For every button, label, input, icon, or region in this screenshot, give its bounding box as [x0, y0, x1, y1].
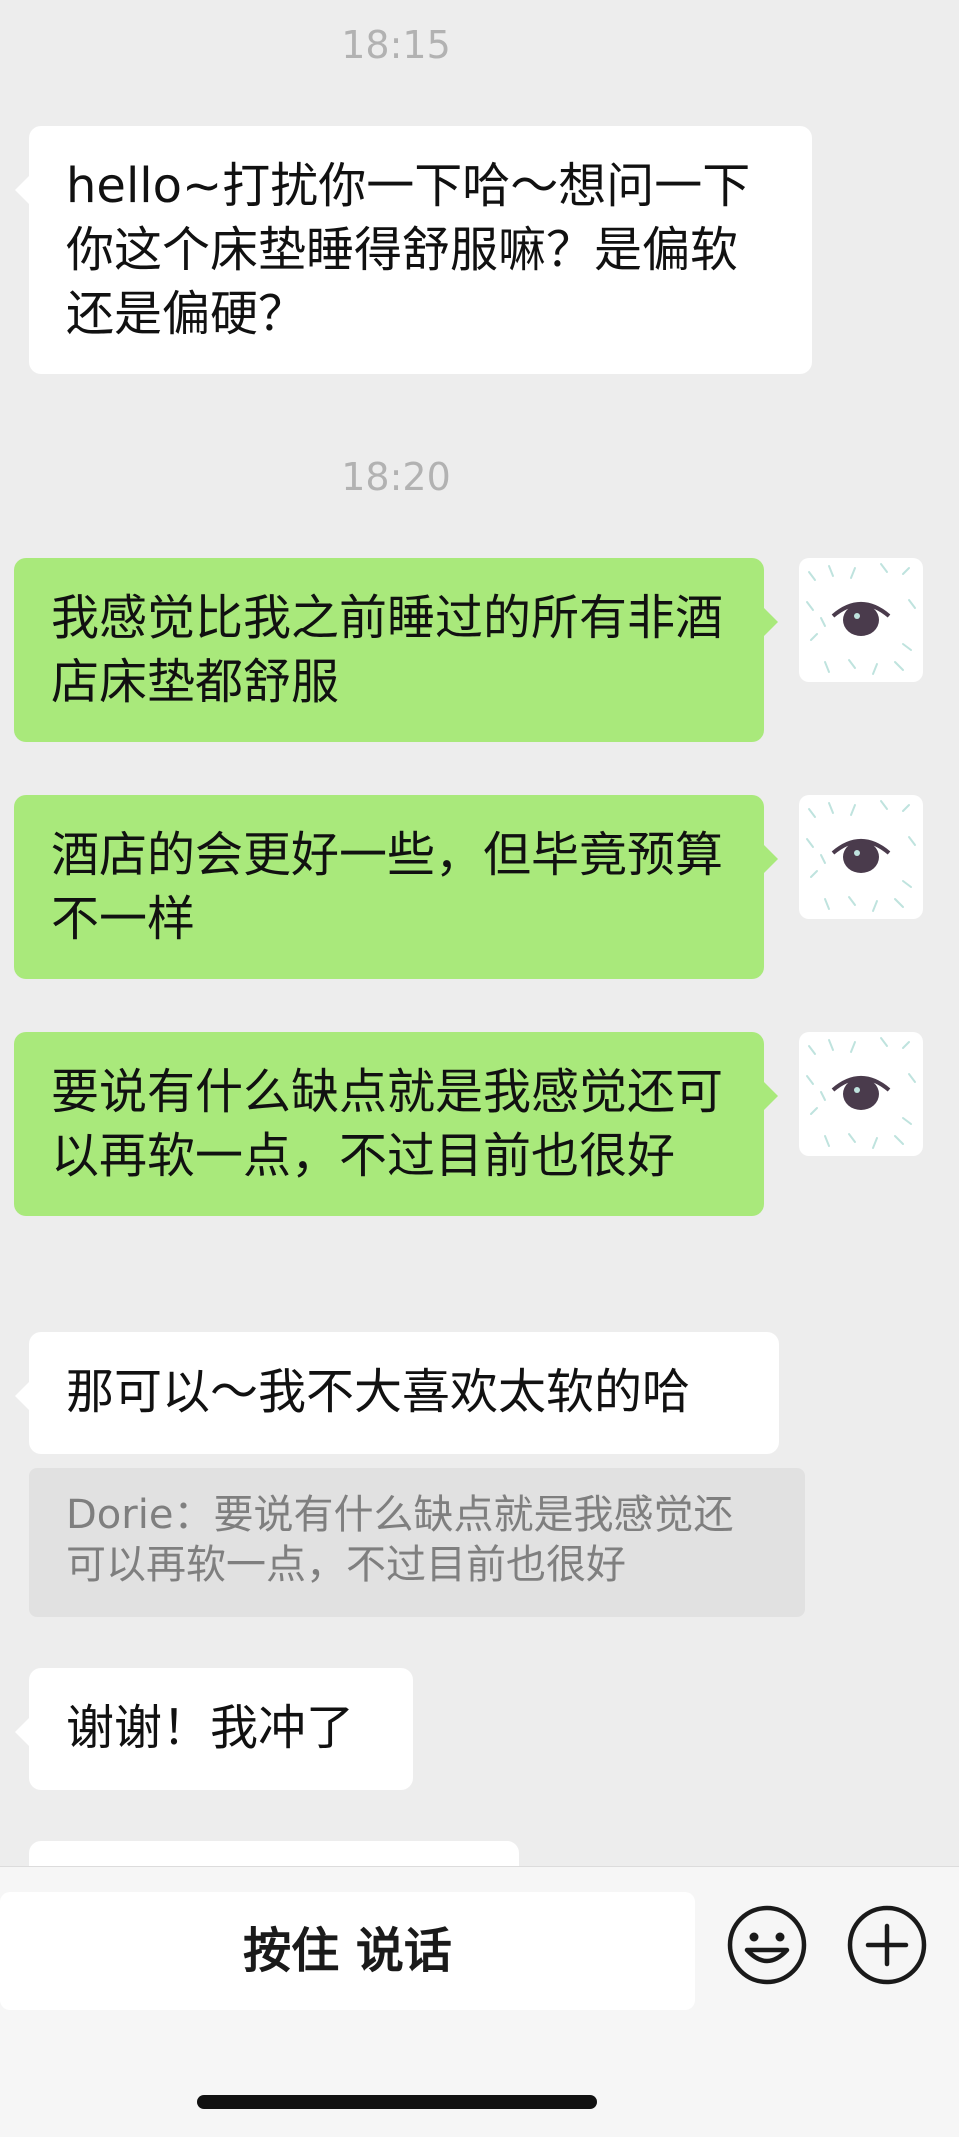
avatar-eye-icon	[806, 800, 916, 912]
received-message[interactable]: hello~打扰你一下哈～想问一下你这个床垫睡得舒服嘛？是偏软还是偏硬？	[15, 126, 812, 374]
timestamp: 18:15	[341, 23, 451, 67]
sent-message[interactable]: 要说有什么缺点就是我感觉还可以再软一点，不过目前也很好	[14, 1032, 778, 1216]
emoji-button[interactable]	[726, 1904, 808, 1986]
received-message-partial[interactable]	[29, 1841, 519, 1866]
input-toolbar: 按住 说话	[0, 1866, 959, 2137]
more-button[interactable]	[846, 1904, 928, 1986]
home-indicator[interactable]	[197, 2095, 597, 2109]
sent-message[interactable]: 我感觉比我之前睡过的所有非酒店床垫都舒服	[14, 558, 778, 742]
received-message[interactable]: 谢谢！我冲了	[15, 1668, 413, 1790]
sent-message[interactable]: 酒店的会更好一些，但毕竟预算不一样	[14, 795, 778, 979]
chat-area[interactable]: 18:15 hello~打扰你一下哈～想问一下你这个床垫睡得舒服嘛？是偏软还是偏…	[0, 0, 959, 1866]
plus-circle-icon	[847, 1905, 927, 1985]
avatar-eye-icon	[806, 563, 916, 675]
received-message[interactable]: 那可以～我不大喜欢太软的哈	[15, 1332, 779, 1454]
avatar-eye-icon	[806, 1037, 916, 1149]
hold-to-talk-button[interactable]: 按住 说话	[0, 1892, 695, 2010]
avatar[interactable]	[799, 795, 923, 919]
avatar[interactable]	[799, 558, 923, 682]
quoted-reply[interactable]: Dorie：要说有什么缺点就是我感觉还可以再软一点，不过目前也很好	[29, 1468, 805, 1617]
smile-face-icon	[727, 1905, 807, 1985]
timestamp: 18:20	[341, 455, 451, 499]
avatar[interactable]	[799, 1032, 923, 1156]
